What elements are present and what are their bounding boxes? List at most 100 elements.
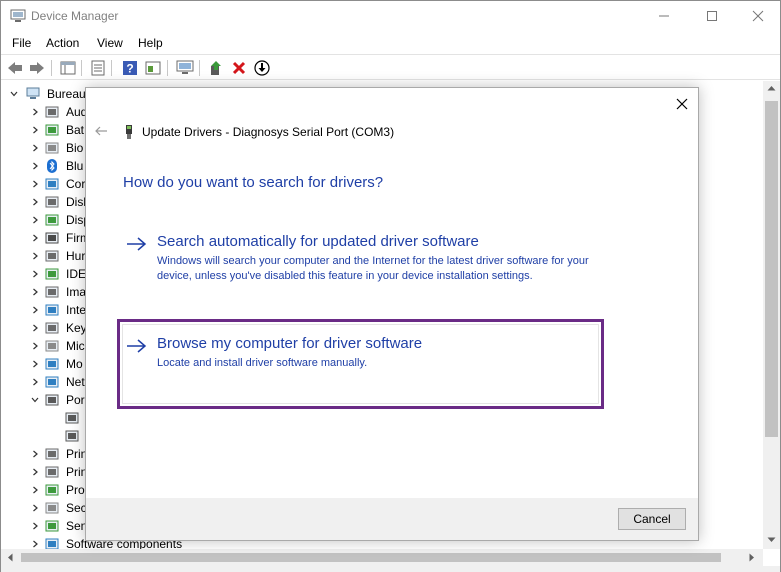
chevron-right-icon[interactable]: [30, 323, 40, 333]
close-window-button[interactable]: [735, 1, 781, 31]
chevron-right-icon[interactable]: [30, 287, 40, 297]
update-drivers-dialog: Update Drivers - Diagnosys Serial Port (…: [85, 87, 699, 541]
chevron-right-icon[interactable]: [30, 107, 40, 117]
chevron-right-icon[interactable]: [30, 359, 40, 369]
chevron-right-icon[interactable]: [30, 503, 40, 513]
port-icon: [45, 394, 59, 406]
chevron-right-icon[interactable]: [30, 449, 40, 459]
back-button[interactable]: [6, 59, 24, 77]
tree-node-label: Net: [66, 375, 85, 389]
tree-node-label: Key: [66, 321, 87, 335]
software-icon: [45, 538, 59, 549]
audio-icon: [45, 106, 59, 118]
enable-device-button[interactable]: [253, 59, 271, 77]
scroll-left-arrow-icon[interactable]: [7, 553, 13, 562]
chevron-right-icon[interactable]: [30, 467, 40, 477]
chevron-right-icon[interactable]: [30, 269, 40, 279]
window-title: Device Manager: [31, 9, 119, 23]
chevron-right-icon[interactable]: [30, 161, 40, 171]
tree-node-label: Cor: [66, 177, 86, 191]
mouse-icon: [45, 340, 59, 352]
toolbar: ?: [1, 54, 780, 80]
chevron-right-icon[interactable]: [30, 125, 40, 135]
computer-icon: [26, 87, 40, 99]
bluetooth-icon: [47, 159, 57, 173]
dialog-close-button[interactable]: [672, 94, 692, 114]
biometric-icon: [45, 142, 59, 154]
forward-arrow-icon: [30, 62, 44, 74]
chevron-right-icon[interactable]: [30, 539, 40, 549]
monitor-icon: [45, 358, 59, 370]
computer-icon: [45, 178, 59, 190]
show-hide-console-tree-button[interactable]: [59, 59, 77, 77]
forward-button[interactable]: [28, 59, 46, 77]
chevron-right-icon[interactable]: [30, 305, 40, 315]
tree-node-label: Blu: [66, 159, 84, 173]
download-circle-icon: [254, 60, 270, 76]
hid-icon: [45, 250, 59, 262]
tree-node-label: Sec: [66, 501, 87, 515]
processor-icon: [45, 484, 59, 496]
uninstall-device-button[interactable]: [230, 59, 248, 77]
vertical-scrollbar[interactable]: [763, 81, 780, 549]
chevron-right-icon[interactable]: [30, 143, 40, 153]
security-icon: [45, 502, 59, 514]
search-automatically-option[interactable]: Search automatically for updated driver …: [126, 233, 596, 303]
chevron-right-icon[interactable]: [30, 233, 40, 243]
scroll-up-arrow-icon[interactable]: [767, 85, 776, 91]
tree-node-label: Bio: [66, 141, 84, 155]
serial-port-device-icon: [126, 125, 132, 139]
minimize-button[interactable]: [641, 1, 687, 31]
browse-my-computer-description: Locate and install driver software manua…: [157, 357, 368, 369]
chevron-down-icon[interactable]: [9, 89, 19, 99]
battery-icon: [45, 124, 59, 136]
svg-text:?: ?: [126, 62, 133, 76]
browse-my-computer-option[interactable]: Browse my computer for driver software L…: [126, 335, 596, 375]
action-pane-button[interactable]: [144, 59, 162, 77]
port-device-icon: [65, 412, 79, 424]
tree-root-label: Bureau: [47, 87, 86, 101]
right-arrow-icon: [127, 339, 147, 353]
horizontal-scrollbar-thumb[interactable]: [21, 553, 721, 562]
minimize-icon: [659, 15, 669, 17]
tree-node-label: IDE: [66, 267, 87, 281]
chevron-right-icon[interactable]: [30, 521, 40, 531]
menu-file[interactable]: File: [12, 36, 31, 50]
chevron-down-icon[interactable]: [30, 395, 40, 405]
title-bar: Device Manager: [1, 1, 780, 32]
help-button[interactable]: ?: [121, 59, 139, 77]
intel-icon: [45, 304, 59, 316]
chevron-right-icon[interactable]: [30, 179, 40, 189]
properties-button[interactable]: [89, 59, 107, 77]
cancel-button[interactable]: Cancel: [618, 508, 686, 530]
back-arrow-icon[interactable]: [94, 124, 108, 138]
chevron-right-icon[interactable]: [30, 251, 40, 261]
scroll-down-arrow-icon[interactable]: [767, 537, 776, 543]
chevron-right-icon[interactable]: [30, 377, 40, 387]
vertical-scrollbar-thumb[interactable]: [765, 101, 778, 437]
search-automatically-description: Windows will search your computer and th…: [157, 255, 589, 282]
chevron-right-icon[interactable]: [30, 341, 40, 351]
toolbar-separator: [81, 60, 82, 76]
update-driver-button[interactable]: [207, 59, 225, 77]
tree-node-label: Ima: [66, 285, 87, 299]
tree-node-label: Mo: [66, 357, 83, 371]
menu-help[interactable]: Help: [138, 36, 163, 50]
menu-view[interactable]: View: [97, 36, 123, 50]
chevron-right-icon[interactable]: [30, 215, 40, 225]
menu-action[interactable]: Action: [46, 36, 79, 50]
tree-node-label: Mic: [66, 339, 85, 353]
scroll-right-arrow-icon[interactable]: [749, 553, 755, 562]
tree-node-label: Inte: [66, 303, 87, 317]
horizontal-scrollbar[interactable]: [1, 549, 763, 566]
menu-bar: File Action View Help: [1, 32, 780, 53]
tree-node-label: Por: [66, 393, 85, 407]
tree-node-label: Disl: [66, 195, 86, 209]
chevron-right-icon[interactable]: [30, 197, 40, 207]
chevron-right-icon[interactable]: [30, 485, 40, 495]
dialog-heading: How do you want to search for drivers?: [123, 174, 384, 191]
maximize-button[interactable]: [689, 1, 735, 31]
scan-hardware-button[interactable]: [176, 59, 194, 77]
tree-node-label: Bat: [66, 123, 85, 137]
port-device-icon: [65, 430, 79, 442]
